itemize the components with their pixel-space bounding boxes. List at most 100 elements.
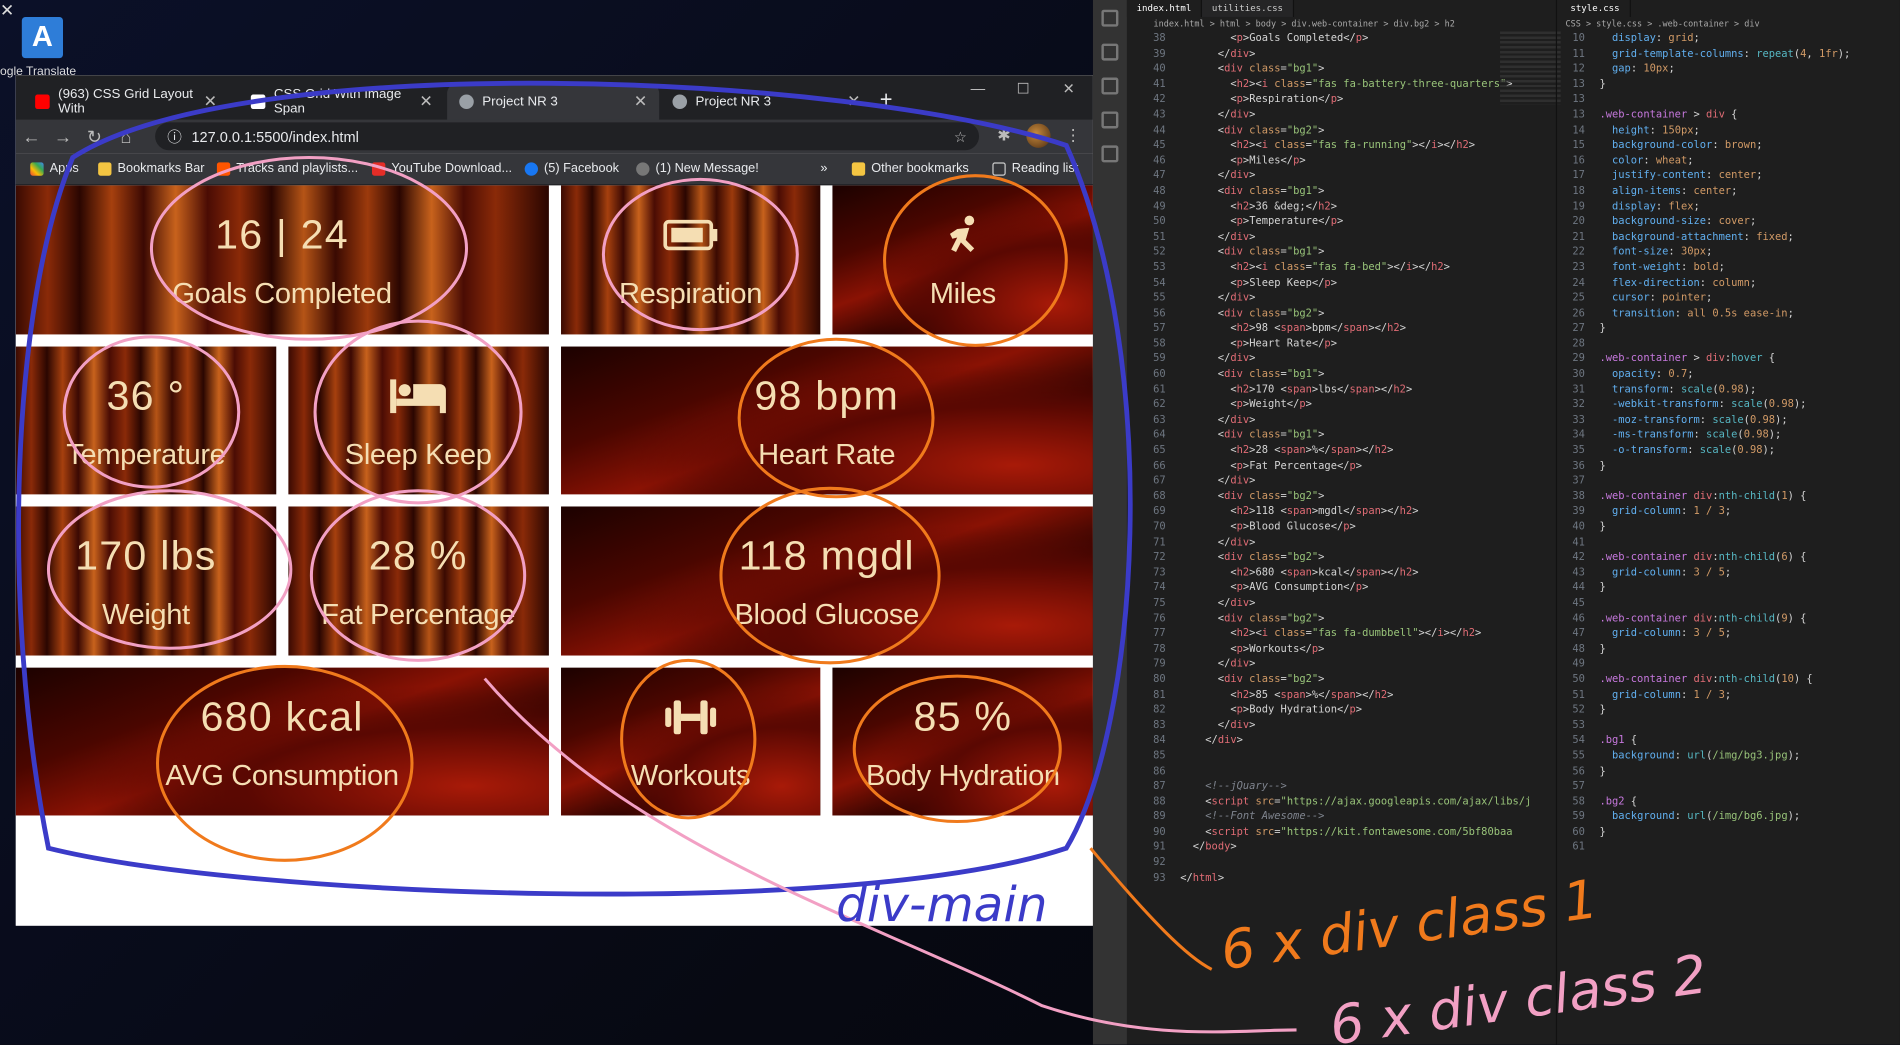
- extensions-icon[interactable]: [1101, 145, 1119, 163]
- bookmark-folder[interactable]: Bookmarks Bar: [98, 161, 205, 176]
- folder-icon: [851, 161, 866, 176]
- card-label: Goals Completed: [172, 277, 392, 311]
- card-heart-rate[interactable]: 98 bpm Heart Rate: [560, 345, 1093, 495]
- maximize-button[interactable]: ☐: [1017, 80, 1030, 97]
- youtube-icon: [35, 94, 50, 110]
- close-icon[interactable]: ✕: [634, 92, 647, 111]
- icon-letter: A: [31, 20, 53, 54]
- url-text: 127.0.0.1:5500/index.html: [191, 127, 359, 145]
- card-value: 98 bpm: [754, 372, 900, 419]
- editor-tab[interactable]: style.css: [1560, 0, 1631, 17]
- card-value: 680 kcal: [200, 694, 364, 741]
- reload-icon[interactable]: ↻: [79, 126, 111, 148]
- bookmark-label: »: [820, 161, 828, 176]
- card-temperature[interactable]: 36 ° Temperature: [15, 345, 276, 495]
- battery-icon: [663, 208, 719, 264]
- css-code: 10 display: grid; 11 grid-template-colum…: [1572, 32, 1851, 854]
- minimize-button[interactable]: —: [971, 80, 986, 97]
- bookmarks-bar: Apps Bookmarks Bar Tracks and playlists.…: [15, 153, 1093, 186]
- card-label: Sleep Keep: [344, 438, 492, 472]
- card-label: Respiration: [618, 277, 763, 311]
- card-label: Body Hydration: [865, 759, 1060, 793]
- card-fat-percentage[interactable]: 28 % Fat Percentage: [288, 506, 549, 655]
- bookmark-facebook[interactable]: (5) Facebook: [524, 161, 620, 176]
- close-icon[interactable]: ✕: [419, 92, 432, 111]
- browser-tab[interactable]: Project NR 3 ✕: [660, 84, 872, 120]
- bookmark-label: (1) New Message!: [655, 161, 759, 176]
- tab-bar: (963) CSS Grid Layout With ✕ CSS Grid Wit…: [15, 75, 1093, 120]
- card-respiration[interactable]: Respiration: [560, 185, 821, 334]
- menu-icon[interactable]: ⋮: [1065, 126, 1081, 145]
- close-icon[interactable]: ✕: [204, 92, 217, 111]
- editor-tab[interactable]: utilities.css: [1202, 0, 1294, 17]
- reading-list[interactable]: Reading list: [992, 161, 1078, 176]
- bookmark-soundcloud[interactable]: Tracks and playlists...: [216, 161, 358, 176]
- card-label: Heart Rate: [758, 438, 896, 472]
- tab-title: Project NR 3: [695, 94, 772, 110]
- bed-icon: [389, 368, 447, 424]
- address-bar-row: ← → ↻ ⌂ ⓘ 127.0.0.1:5500/index.html ☆ ✱ ⋮: [15, 119, 1093, 154]
- card-value: 28 %: [368, 533, 468, 580]
- editor-tab[interactable]: index.html: [1126, 0, 1203, 17]
- bookmark-label: Bookmarks Bar: [117, 161, 205, 176]
- card-label: Miles: [929, 277, 996, 311]
- bookmark-youtube-download[interactable]: YouTube Download...: [371, 161, 512, 176]
- forward-icon[interactable]: →: [47, 127, 79, 148]
- soundcloud-icon: [216, 161, 231, 176]
- facebook-icon: [524, 161, 538, 176]
- bookmark-overflow[interactable]: »: [820, 161, 827, 176]
- tab-title: CSS Grid With Image Span: [273, 87, 402, 117]
- google-translate-icon[interactable]: A: [21, 16, 64, 59]
- extensions-icon[interactable]: ✱: [997, 126, 1010, 145]
- card-weight[interactable]: 170 lbs Weight: [15, 506, 276, 655]
- card-miles[interactable]: Miles: [832, 185, 1093, 334]
- files-icon[interactable]: [1101, 9, 1119, 27]
- close-window-button[interactable]: ✕: [1063, 80, 1075, 97]
- bookmark-other[interactable]: Other bookmarks: [851, 161, 969, 176]
- card-avg-consumption[interactable]: 680 kcal AVG Consumption: [15, 667, 549, 816]
- card-value: 36 °: [106, 372, 186, 419]
- url-input[interactable]: ⓘ 127.0.0.1:5500/index.html ☆: [155, 122, 980, 151]
- close-icon[interactable]: ✕: [847, 92, 860, 111]
- page-viewport: 16 | 24 Goals Completed Respiration Miles…: [15, 185, 1093, 926]
- card-workouts[interactable]: Workouts: [560, 667, 821, 816]
- bookmark-label: Other bookmarks: [871, 161, 969, 176]
- browser-tab-active[interactable]: Project NR 3 ✕: [447, 83, 660, 120]
- source-control-icon[interactable]: [1101, 77, 1119, 95]
- code-editor: index.html utilities.css style.css index.…: [1092, 0, 1900, 1045]
- browser-tab[interactable]: (963) CSS Grid Layout With ✕: [23, 84, 229, 120]
- reading-list-icon: [992, 161, 1006, 176]
- activity-bar: [1092, 0, 1127, 1045]
- minimap[interactable]: [1500, 31, 1561, 105]
- debug-icon[interactable]: [1101, 111, 1119, 129]
- running-icon: [945, 208, 981, 264]
- new-tab-button[interactable]: +: [880, 87, 893, 112]
- card-label: Weight: [101, 598, 190, 632]
- card-body-hydration[interactable]: 85 % Body Hydration: [832, 667, 1093, 816]
- info-icon: ⓘ: [167, 128, 182, 146]
- card-blood-glucose[interactable]: 118 mgdl Blood Glucose: [560, 506, 1093, 655]
- star-icon[interactable]: ☆: [954, 128, 967, 145]
- globe-icon: [459, 94, 474, 110]
- card-sleep-keep[interactable]: Sleep Keep: [288, 345, 549, 495]
- breadcrumb: index.html > html > body > div.web-conta…: [1153, 19, 1455, 30]
- web-container: 16 | 24 Goals Completed Respiration Miles…: [15, 185, 1093, 816]
- search-icon[interactable]: [1101, 43, 1119, 61]
- codepen-icon: [250, 94, 266, 110]
- close-icon: ✕: [0, 0, 15, 20]
- avatar[interactable]: [1026, 123, 1051, 148]
- folder-icon: [98, 161, 112, 176]
- tab-title: Project NR 3: [482, 94, 558, 110]
- card-goals-completed[interactable]: 16 | 24 Goals Completed: [15, 185, 549, 334]
- browser-tab[interactable]: CSS Grid With Image Span ✕: [239, 84, 445, 120]
- back-icon[interactable]: ←: [16, 127, 48, 148]
- split-divider[interactable]: [1555, 0, 1558, 1045]
- bookmark-label: (5) Facebook: [544, 161, 620, 176]
- bookmark-apps[interactable]: Apps: [30, 161, 79, 176]
- home-icon[interactable]: ⌂: [110, 127, 142, 148]
- editor-tabs-right: style.css: [1560, 0, 1631, 17]
- bookmark-instagram[interactable]: (1) New Message!: [636, 161, 759, 176]
- browser-window: (963) CSS Grid Layout With ✕ CSS Grid Wit…: [15, 75, 1093, 926]
- editor-tabs: index.html utilities.css: [1126, 0, 1294, 17]
- bookmark-label: Reading list: [1011, 161, 1079, 176]
